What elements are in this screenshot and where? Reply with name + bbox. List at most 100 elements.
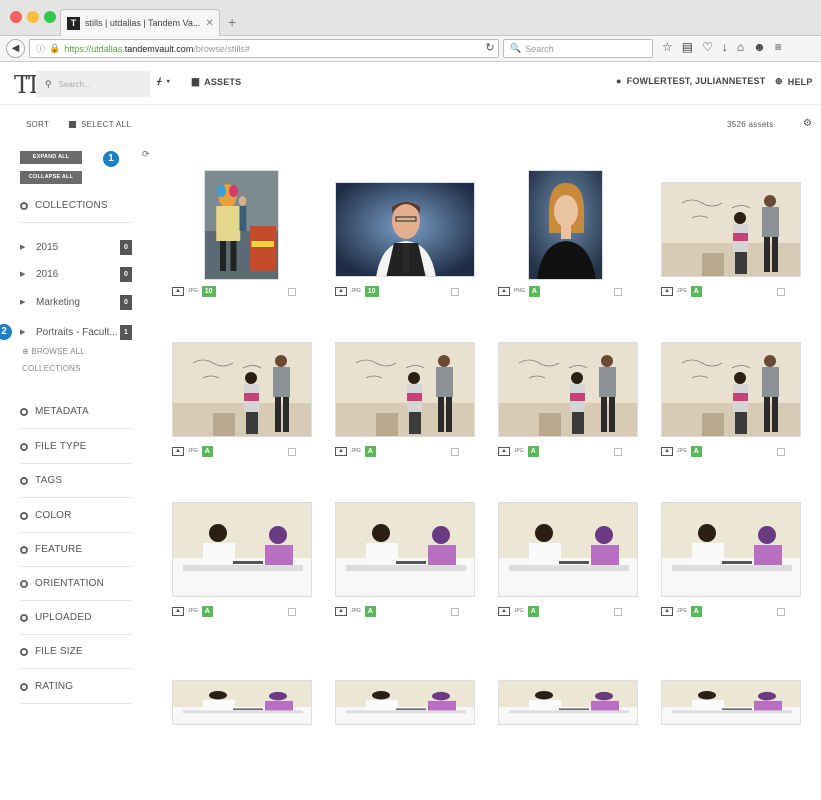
filter-section-feature[interactable]: FEATURE — [20, 533, 132, 567]
asset-card[interactable] — [158, 640, 312, 800]
collection-item-marketing[interactable]: ▶ Marketing 0 — [20, 292, 132, 312]
asset-thumbnail[interactable] — [335, 182, 475, 277]
filter-section-uploaded[interactable]: UPLOADED — [20, 601, 132, 635]
assets-nav-link[interactable]: ▆ ASSETS — [192, 76, 241, 87]
filter-section-rating[interactable]: RATING — [20, 670, 132, 704]
pocket-icon[interactable]: ♡ — [702, 40, 713, 58]
asset-thumbnail[interactable] — [335, 342, 475, 437]
asset-card[interactable]: ▲ JPG A — [647, 320, 801, 480]
refresh-icon[interactable]: ⟳ — [142, 149, 150, 160]
asset-card[interactable]: ▲ JPG A — [484, 480, 638, 640]
maximize-window-icon[interactable] — [44, 11, 56, 23]
asset-thumbnail[interactable] — [528, 170, 603, 280]
plus-circle-icon: ⊕ — [22, 347, 29, 356]
filter-section-orientation[interactable]: ORIENTATION — [20, 567, 132, 601]
sort-button[interactable]: SORT — [26, 120, 49, 129]
asset-select-checkbox[interactable] — [777, 448, 785, 456]
asset-thumbnail[interactable] — [661, 182, 801, 277]
filter-section-file-type[interactable]: FILE TYPE — [20, 430, 132, 464]
asset-card[interactable]: ▲ JPG A — [647, 160, 801, 320]
filter-section-color[interactable]: COLOR — [20, 499, 132, 533]
asset-select-checkbox[interactable] — [614, 608, 622, 616]
asset-select-checkbox[interactable] — [288, 448, 296, 456]
bookmark-star-icon[interactable]: ☆ — [662, 40, 673, 58]
collapse-all-button[interactable]: COLLAPSE ALL — [20, 171, 82, 184]
asset-select-checkbox[interactable] — [451, 608, 459, 616]
image-file-icon: ▲ — [335, 446, 347, 456]
download-icon[interactable]: ↓ — [722, 40, 728, 58]
asset-select-checkbox[interactable] — [288, 608, 296, 616]
asset-select-checkbox[interactable] — [288, 288, 296, 296]
reading-list-icon[interactable]: ▤ — [682, 40, 693, 58]
asset-card[interactable]: ▲ JPG 10 — [321, 160, 475, 320]
circle-bullet-icon — [20, 511, 28, 520]
new-tab-icon[interactable]: + — [228, 14, 236, 30]
tandem-vault-logo[interactable]: TT — [14, 71, 42, 99]
asset-thumbnail[interactable] — [204, 170, 279, 280]
callout-badge-2: 2 — [0, 324, 12, 340]
asset-card[interactable] — [484, 640, 638, 800]
asset-card[interactable] — [647, 640, 801, 800]
asset-select-checkbox[interactable] — [614, 448, 622, 456]
asset-thumbnail[interactable] — [172, 342, 312, 437]
filter-section-metadata[interactable]: METADATA — [20, 395, 132, 429]
asset-thumbnail[interactable] — [498, 342, 638, 437]
asset-card[interactable] — [321, 640, 475, 800]
select-all-button[interactable]: SELECT ALL — [69, 120, 131, 129]
asset-thumbnail[interactable] — [498, 502, 638, 597]
address-bar[interactable]: ⓘ 🔒 https://utdallas. tandemvault.com/bro… — [29, 39, 499, 58]
help-link[interactable]: ⊕ HELP — [775, 76, 813, 87]
search-icon: 🔍 — [510, 43, 522, 53]
asset-select-checkbox[interactable] — [614, 288, 622, 296]
asset-select-checkbox[interactable] — [777, 288, 785, 296]
asset-select-checkbox[interactable] — [451, 448, 459, 456]
asset-thumbnail[interactable] — [335, 680, 475, 725]
asset-card[interactable]: ▲ JPG A — [647, 480, 801, 640]
asset-card[interactable]: ▲ JPG A — [321, 480, 475, 640]
asset-thumbnail[interactable] — [335, 502, 475, 597]
minimize-window-icon[interactable] — [27, 11, 39, 23]
asset-select-checkbox[interactable] — [777, 608, 785, 616]
asset-card[interactable]: ▲ JPG A — [158, 320, 312, 480]
asset-thumbnail[interactable] — [661, 680, 801, 725]
asset-thumbnail[interactable] — [172, 502, 312, 597]
settings-gear-icon[interactable]: ⚙ — [803, 118, 812, 129]
filter-section-file-size[interactable]: FILE SIZE — [20, 635, 132, 669]
asset-card[interactable]: ▲ JPG A — [484, 320, 638, 480]
reload-icon[interactable]: ↻ — [481, 39, 499, 58]
asset-card[interactable]: ▲ JPG A — [321, 320, 475, 480]
browse-all-collections-link[interactable]: ⊕ BROWSE ALL COLLECTIONS — [22, 343, 122, 377]
collection-item-2015[interactable]: ▶ 2015 0 — [20, 237, 132, 257]
asset-search-input[interactable]: ⚲ Search... — [36, 71, 150, 97]
close-window-icon[interactable] — [10, 11, 22, 23]
asset-card[interactable]: ▲ JPG A — [158, 480, 312, 640]
asset-thumbnail[interactable] — [661, 342, 801, 437]
chat-icon[interactable]: ☻ — [753, 40, 766, 58]
asset-card[interactable]: ▲ PNG A — [484, 160, 634, 320]
user-menu[interactable]: ● FOWLERTEST, JULIANNETEST — [616, 76, 765, 86]
asset-thumbnail[interactable] — [172, 680, 312, 725]
filter-label: COLOR — [35, 510, 72, 521]
browser-search-input[interactable]: 🔍 Search — [503, 39, 653, 58]
info-icon[interactable]: ⓘ — [36, 42, 45, 55]
filter-section-tags[interactable]: TAGS — [20, 464, 132, 498]
collection-label: Portraits - Facult... — [36, 326, 118, 338]
asset-thumbnail[interactable] — [661, 502, 801, 597]
asset-select-checkbox[interactable] — [451, 288, 459, 296]
menu-icon[interactable]: ≡ — [775, 40, 782, 58]
collections-section[interactable]: COLLECTIONS — [20, 189, 132, 223]
asset-thumbnail[interactable] — [498, 680, 638, 725]
version-badge: A — [690, 605, 702, 617]
back-arrow-icon[interactable]: ◀ — [6, 39, 25, 58]
browser-toolbar-icons: ☆ ▤ ♡ ↓ ⌂ ☻ ≡ — [662, 40, 782, 58]
expand-all-button[interactable]: EXPAND ALL — [20, 151, 82, 164]
collection-item-2016[interactable]: ▶ 2016 0 — [20, 264, 132, 284]
close-tab-icon[interactable]: ✕ — [205, 18, 213, 29]
asset-card[interactable]: ▲ JPG 10 — [158, 160, 308, 320]
circle-bullet-icon — [20, 442, 28, 451]
browser-tab[interactable]: T stills | utdallas | Tandem Va... ✕ — [60, 9, 220, 36]
sitemap-menu[interactable]: ᚋ ▾ — [157, 76, 170, 87]
home-icon[interactable]: ⌂ — [737, 40, 744, 58]
collection-item-portraits[interactable]: ▶ Portraits - Facult... 1 — [20, 322, 132, 342]
version-badge: A — [527, 445, 539, 457]
